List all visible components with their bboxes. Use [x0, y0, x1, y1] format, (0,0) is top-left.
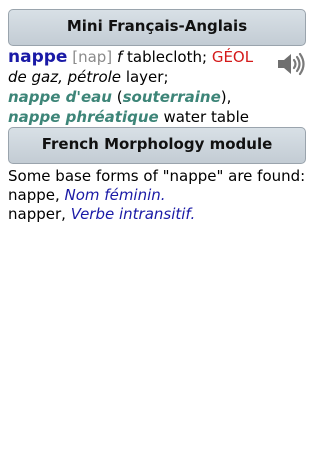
headword: nappe: [8, 47, 68, 67]
morph-tag-link[interactable]: Nom féminin.: [65, 186, 166, 204]
morph-tag-link[interactable]: Verbe intransitif.: [71, 205, 196, 223]
domain-label: GÉOL: [211, 48, 254, 66]
sense-1: tablecloth;: [127, 48, 208, 66]
phrase-1-variant: souterraine: [122, 88, 221, 106]
speaker-icon[interactable]: [275, 49, 307, 79]
phrase-2: nappe phréatique: [8, 108, 159, 126]
dictionary-entry: nappe [nap] f tablecloth; GÉOL de gaz, p…: [8, 47, 254, 126]
morphology-intro: Some base forms of "nappe" are found:: [8, 167, 306, 185]
morphology-title: French Morphology module: [41, 135, 273, 153]
morph-form-row: napper, Verbe intransitif.: [8, 205, 314, 224]
sense-2: layer;: [125, 68, 169, 86]
context-pre: de: [8, 68, 27, 86]
morph-word: napper,: [8, 205, 66, 223]
context-rest: gaz, pétrole: [31, 68, 122, 86]
pronunciation: [nap]: [72, 48, 113, 66]
phrase-2-translation: water table: [163, 108, 249, 126]
dictionary-header[interactable]: Mini Français-Anglais: [8, 9, 306, 46]
morphology-content: Some base forms of "nappe" are found: na…: [8, 167, 314, 224]
morph-word: nappe,: [8, 186, 60, 204]
morph-form-row: nappe, Nom féminin.: [8, 186, 314, 205]
phrase-1: nappe d'eau: [8, 88, 112, 106]
dictionary-title: Mini Français-Anglais: [66, 17, 248, 35]
part-of-speech: f: [116, 48, 123, 66]
morphology-header[interactable]: French Morphology module: [8, 127, 306, 164]
